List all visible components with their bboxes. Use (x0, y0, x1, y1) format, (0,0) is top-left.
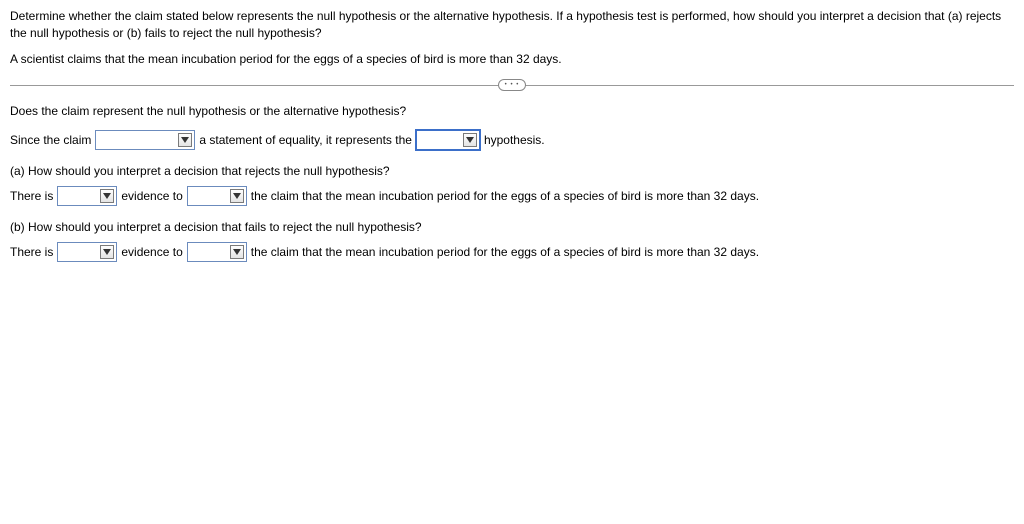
a-mid-text: evidence to (121, 189, 182, 203)
q1-dropdown-hypothesis[interactable] (416, 130, 480, 150)
claim-text: A scientist claims that the mean incubat… (10, 52, 1014, 66)
q1-row: Since the claim a statement of equality,… (10, 130, 1014, 150)
b-dropdown-evidence[interactable] (57, 242, 117, 262)
part-b-row: There is evidence to the claim that the … (10, 242, 1014, 262)
b-mid-text: evidence to (121, 245, 182, 259)
chevron-down-icon (100, 189, 114, 203)
q1-post-text: hypothesis. (484, 133, 545, 147)
b-post-text: the claim that the mean incubation perio… (251, 245, 759, 259)
chevron-down-icon (463, 133, 477, 147)
expand-pill-button[interactable]: • • • (498, 79, 526, 91)
a-pre-text: There is (10, 189, 53, 203)
a-post-text: the claim that the mean incubation perio… (251, 189, 759, 203)
part-a-row: There is evidence to the claim that the … (10, 186, 1014, 206)
a-dropdown-evidence[interactable] (57, 186, 117, 206)
q1-dropdown-equality[interactable] (95, 130, 195, 150)
chevron-down-icon (230, 189, 244, 203)
chevron-down-icon (100, 245, 114, 259)
ellipsis-icon: • • • (505, 82, 520, 88)
b-dropdown-action[interactable] (187, 242, 247, 262)
q1-pre-text: Since the claim (10, 133, 91, 147)
part-a-label: (a) How should you interpret a decision … (10, 164, 1014, 178)
chevron-down-icon (178, 133, 192, 147)
a-dropdown-action[interactable] (187, 186, 247, 206)
part-b-label: (b) How should you interpret a decision … (10, 220, 1014, 234)
section-divider: • • • (10, 78, 1014, 92)
q1-prompt: Does the claim represent the null hypoth… (10, 104, 1014, 118)
b-pre-text: There is (10, 245, 53, 259)
q1-mid-text: a statement of equality, it represents t… (199, 133, 412, 147)
instructions-text: Determine whether the claim stated below… (10, 8, 1014, 42)
chevron-down-icon (230, 245, 244, 259)
